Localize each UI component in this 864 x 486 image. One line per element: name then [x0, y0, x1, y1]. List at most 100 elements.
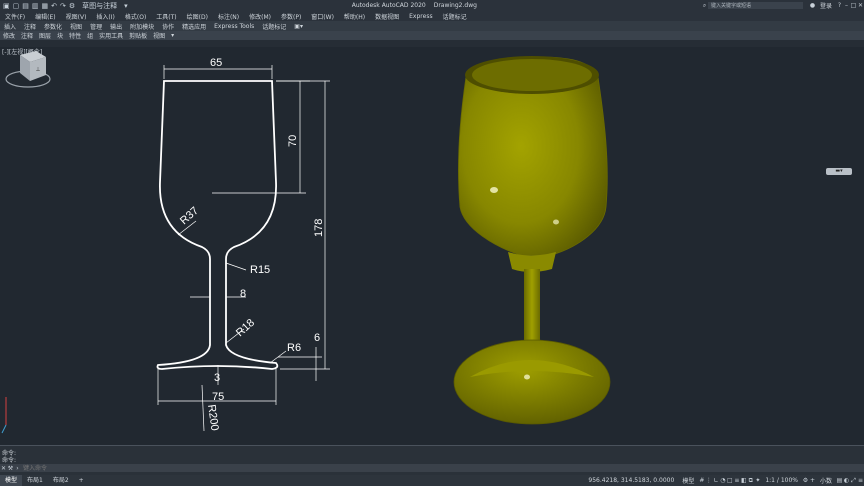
tab-manage[interactable]: 管理: [86, 22, 106, 31]
tab-insert[interactable]: 插入: [0, 22, 20, 31]
help-icon[interactable]: ?: [836, 2, 843, 9]
workspace-selector[interactable]: 草图与注释: [78, 1, 121, 11]
dim-base-curve: R200: [205, 404, 221, 432]
wrench-icon[interactable]: ⚒: [7, 465, 14, 472]
tab-view[interactable]: 视图: [66, 22, 86, 31]
fullscreen-icon[interactable]: ⤢: [850, 477, 857, 484]
osnap-icon[interactable]: □: [726, 477, 733, 484]
dim-stem-width: 8: [240, 288, 246, 300]
menu-help[interactable]: 帮助(H): [339, 12, 370, 21]
panel-layers[interactable]: 图层: [36, 31, 54, 40]
menu-format[interactable]: 格式(O): [120, 12, 151, 21]
app-title: Autodesk AutoCAD 2020: [351, 2, 426, 9]
drawing-viewport[interactable]: [-][左视][概念] 65 70 178 R37 R15 8 R18 R6 6…: [0, 47, 864, 445]
menu-view[interactable]: 视图(V): [61, 12, 92, 21]
minimize-icon[interactable]: –: [843, 2, 850, 9]
grid-icon[interactable]: #: [698, 477, 705, 484]
menu-tag[interactable]: 话题标记: [438, 12, 472, 21]
glass-3d-render: [453, 56, 611, 425]
customize-icon[interactable]: ≡: [857, 477, 864, 484]
tab-model[interactable]: 模型: [0, 475, 23, 486]
lineweight-icon[interactable]: ≡: [733, 477, 740, 484]
annotation-scale-value[interactable]: 1:1 / 100%: [761, 477, 802, 484]
quick-properties-icon[interactable]: ▤: [836, 477, 843, 484]
menu-draw[interactable]: 绘图(D): [182, 12, 213, 21]
ortho-icon[interactable]: ∟: [712, 477, 719, 484]
menu-bar: 文件(F) 编辑(E) 视图(V) 插入(I) 格式(O) 工具(T) 绘图(D…: [0, 11, 864, 21]
panel-clipboard[interactable]: 剪贴板: [126, 31, 150, 40]
tab-express-tools[interactable]: Express Tools: [210, 23, 258, 30]
print-icon[interactable]: ▦: [42, 2, 49, 10]
menu-modify[interactable]: 修改(M): [244, 12, 276, 21]
drawing-canvas: 65 70 178 R37 R15 8 R18 R6 6 3 75 R200: [1, 56, 611, 434]
menu-insert[interactable]: 插入(I): [91, 12, 119, 21]
status-bar: 模型 布局1 布局2 + 956.4218, 314.5183, 0.0000 …: [0, 475, 864, 486]
menu-parametric[interactable]: 参数(P): [276, 12, 306, 21]
svg-text:⟂: ⟂: [36, 66, 40, 73]
file-name: Drawing2.dwg: [433, 2, 477, 9]
search-input[interactable]: 键入关键字或短语: [708, 2, 803, 9]
tab-output[interactable]: 输出: [106, 22, 126, 31]
menu-edit[interactable]: 编辑(E): [30, 12, 60, 21]
workspace-gear-icon[interactable]: ⚙: [69, 2, 75, 10]
tab-annotate[interactable]: 注释: [20, 22, 40, 31]
command-window: 命令: 命令: ✕ ⚒ ›: [0, 445, 864, 476]
model-space-button[interactable]: 模型: [678, 476, 698, 485]
transparency-icon[interactable]: ◧: [740, 477, 747, 484]
save-icon[interactable]: ▥: [32, 2, 39, 10]
chevron-down-icon[interactable]: ▾: [124, 2, 128, 10]
panel-view[interactable]: 视图: [150, 31, 168, 40]
dim-base-radius: R6: [287, 342, 301, 354]
ribbon-toggle-icon[interactable]: ▣▾: [290, 23, 307, 30]
menu-file[interactable]: 文件(F): [0, 12, 30, 21]
tab-collaborate[interactable]: 协作: [158, 22, 178, 31]
polar-icon[interactable]: ◔: [719, 477, 726, 484]
menu-window[interactable]: 窗口(W): [306, 12, 339, 21]
chevron-right-icon[interactable]: ›: [14, 465, 21, 472]
panel-block[interactable]: 块: [54, 31, 66, 40]
new-icon[interactable]: ▢: [13, 2, 20, 10]
tab-addins[interactable]: 附加模块: [126, 22, 158, 31]
dimension-text: 65 70 178 R37 R15 8 R18 R6 6 3 75 R200: [178, 57, 325, 431]
user-icon[interactable]: ●: [809, 2, 816, 9]
annotation-scale-icon[interactable]: ✦: [754, 477, 761, 484]
tab-layout1[interactable]: 布局1: [22, 475, 48, 486]
undo-icon[interactable]: ↶: [51, 2, 57, 10]
close-icon[interactable]: ✕: [857, 2, 864, 9]
gear-icon[interactable]: ⚙: [802, 477, 809, 484]
sign-in-button[interactable]: 登录: [816, 1, 836, 10]
coordinates-readout[interactable]: 956.4218, 314.5183, 0.0000: [584, 477, 678, 484]
panel-utilities[interactable]: 实用工具: [96, 31, 126, 40]
app-menu-icon[interactable]: ▣: [3, 2, 10, 10]
quick-access-toolbar: ▣ ▢ ▤ ▥ ▦ ↶ ↷ ⚙ 草图与注释 ▾: [0, 1, 128, 11]
units-selector[interactable]: 小数: [816, 476, 836, 485]
menu-tools[interactable]: 工具(T): [151, 12, 181, 21]
menu-data-view[interactable]: 数据视图: [370, 12, 404, 21]
panel-expand-icon[interactable]: ▾: [168, 32, 177, 39]
menu-express[interactable]: Express: [404, 13, 437, 20]
command-input[interactable]: [21, 464, 325, 472]
menu-dimension[interactable]: 标注(N): [213, 12, 244, 21]
add-layout-button[interactable]: +: [74, 475, 89, 486]
wcs-menu-button[interactable]: ▬▾: [826, 168, 852, 175]
isolate-icon[interactable]: ◐: [843, 477, 850, 484]
selection-cycling-icon[interactable]: ⧉: [747, 477, 754, 484]
ribbon-panel-row: 修改 注释 图层 块 特性 组 实用工具 剪贴板 视图 ▾: [0, 31, 864, 40]
panel-groups[interactable]: 组: [84, 31, 96, 40]
panel-modify[interactable]: 修改: [0, 31, 18, 40]
plus-icon[interactable]: +: [809, 477, 816, 484]
snap-icon[interactable]: ⋮: [705, 477, 712, 484]
tab-tags[interactable]: 话题标记: [258, 22, 290, 31]
maximize-icon[interactable]: □: [850, 2, 857, 9]
redo-icon[interactable]: ↷: [60, 2, 66, 10]
dim-base-thickness: 3: [214, 372, 220, 384]
dimension-lines: [157, 65, 330, 432]
tab-parametric[interactable]: 参数化: [40, 22, 66, 31]
open-icon[interactable]: ▤: [22, 2, 29, 10]
tab-featured-apps[interactable]: 精选应用: [178, 22, 210, 31]
tab-layout2[interactable]: 布局2: [48, 475, 74, 486]
viewcube-icon[interactable]: ⟂: [0, 47, 56, 117]
close-icon[interactable]: ✕: [0, 465, 7, 472]
panel-properties[interactable]: 特性: [66, 31, 84, 40]
panel-annotation[interactable]: 注释: [18, 31, 36, 40]
